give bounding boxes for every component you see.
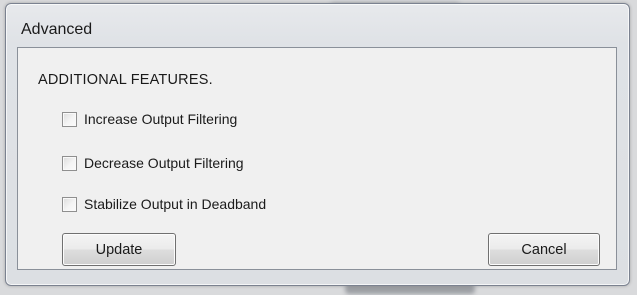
dialog-content: ADDITIONAL FEATURES. Increase Output Fil… [17,47,617,270]
section-heading: ADDITIONAL FEATURES. [38,72,213,88]
advanced-dialog: Advanced ADDITIONAL FEATURES. Increase O… [5,3,630,286]
decrease-output-filtering-label: Decrease Output Filtering [84,155,244,171]
update-button[interactable]: Update [62,233,176,266]
stabilize-output-label: Stabilize Output in Deadband [84,196,267,212]
stabilize-output-checkbox[interactable] [62,196,77,212]
decrease-output-filtering-checkbox[interactable] [62,155,77,171]
decrease-output-filtering-option[interactable]: Decrease Output Filtering [62,154,244,172]
stabilize-output-option[interactable]: Stabilize Output in Deadband [62,195,266,213]
window-title: Advanced [21,21,93,38]
cancel-button[interactable]: Cancel [488,233,600,266]
increase-output-filtering-checkbox[interactable] [62,111,77,127]
increase-output-filtering-label: Increase Output Filtering [84,111,238,127]
increase-output-filtering-option[interactable]: Increase Output Filtering [62,110,237,128]
title-bar[interactable]: Advanced [6,4,629,44]
